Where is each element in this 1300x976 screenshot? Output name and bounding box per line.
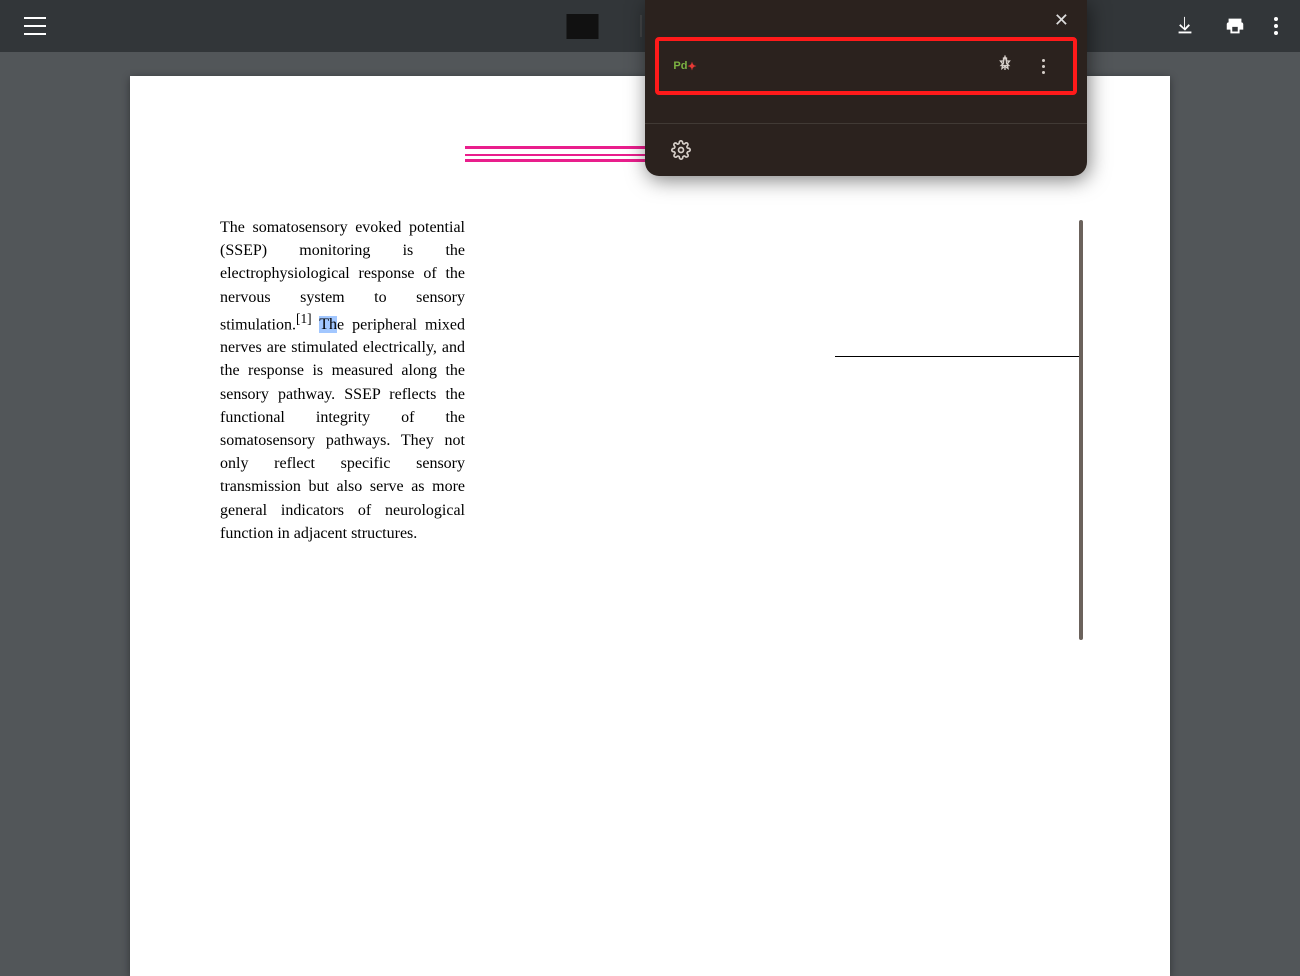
extensions-panel: ✕ Pd✦ — [645, 0, 1087, 176]
print-icon[interactable] — [1224, 15, 1246, 37]
columns: The somatosensory evoked potential (SSEP… — [220, 206, 1080, 559]
pdf-page: The somatosensory evoked potential (SSEP… — [130, 76, 1170, 976]
no-access-section — [645, 97, 1087, 123]
more-icon[interactable] — [1042, 59, 1045, 74]
paragraph: The somatosensory evoked potential (SSEP… — [220, 216, 465, 545]
left-column: The somatosensory evoked potential (SSEP… — [220, 206, 465, 559]
scrollbar[interactable] — [1079, 50, 1083, 76]
close-icon[interactable]: ✕ — [1054, 10, 1069, 31]
menu-icon[interactable] — [24, 17, 46, 35]
download-icon[interactable] — [1174, 15, 1196, 37]
gear-icon — [671, 140, 691, 160]
divider — [640, 15, 641, 37]
pdf-mage-icon: Pd✦ — [673, 54, 697, 78]
page-number-input[interactable] — [566, 14, 598, 39]
toolbar-right — [1174, 15, 1278, 37]
pin-icon[interactable] — [996, 55, 1014, 78]
manage-extensions-row[interactable] — [645, 123, 1087, 176]
right-column — [495, 206, 1080, 559]
more-menu-icon[interactable] — [1274, 17, 1278, 35]
extension-row-highlighted[interactable]: Pd✦ — [655, 37, 1077, 95]
extensions-header: ✕ — [645, 0, 1087, 35]
